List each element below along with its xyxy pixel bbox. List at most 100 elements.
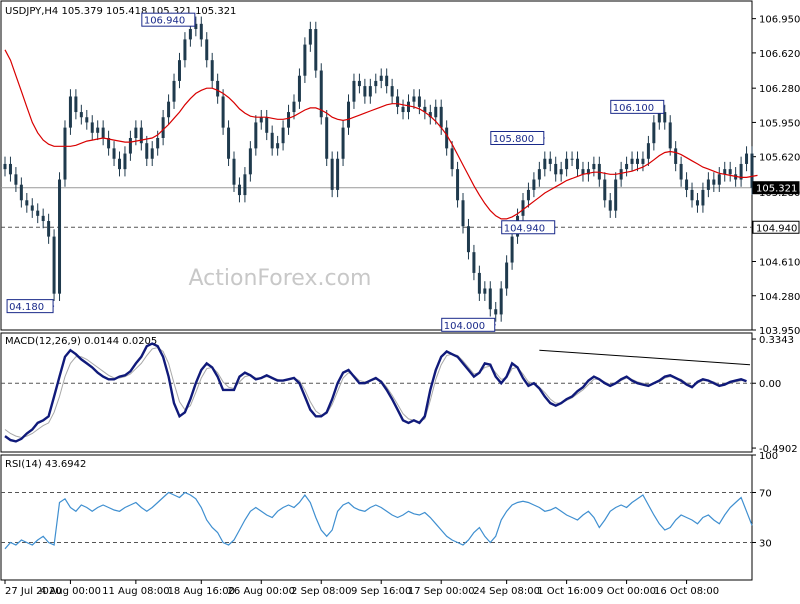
candle-body	[248, 148, 252, 175]
candle-body	[123, 153, 127, 170]
annotation-label: 04.180	[9, 302, 44, 313]
candle-body	[330, 158, 334, 190]
candle-body	[325, 117, 329, 159]
support-level-tag-label: 104.940	[756, 223, 797, 234]
candle-body	[308, 29, 312, 45]
candle-body	[85, 117, 89, 123]
candle-body	[466, 226, 470, 253]
panel-frames	[0, 0, 753, 581]
candle-body	[172, 80, 176, 102]
candle-body	[145, 143, 149, 159]
candle-body	[112, 148, 116, 159]
candle-body	[483, 288, 487, 294]
candle-body	[706, 179, 710, 190]
candle-body	[450, 148, 454, 170]
price-y-tick-label: 105.950	[759, 118, 800, 129]
candle-body	[336, 158, 340, 190]
rsi-line	[4, 491, 753, 550]
candle-body	[679, 163, 683, 180]
macd-trendline	[539, 349, 751, 366]
candle-body	[30, 205, 34, 211]
candle-body	[396, 96, 400, 107]
annotation-label: 106.940	[144, 16, 185, 27]
candle-body	[592, 163, 596, 170]
candle-body	[456, 169, 460, 201]
candle-body	[276, 143, 280, 149]
candle-body	[357, 80, 361, 87]
current-price-tag-label: 105.321	[756, 184, 797, 195]
candle-body	[210, 60, 214, 81]
candle-body	[368, 86, 372, 97]
candle-body	[314, 29, 318, 71]
candle-body	[47, 221, 51, 237]
candle-body	[68, 96, 72, 128]
price-y-tick-label: 104.610	[759, 258, 800, 269]
candle-body	[161, 117, 165, 138]
candle-body	[156, 137, 160, 149]
candle-body	[461, 200, 465, 227]
candle-body	[494, 309, 498, 315]
macd-signal-line	[4, 346, 747, 439]
candle-body	[712, 179, 716, 185]
candle-body	[537, 169, 541, 180]
rsi-y-tick-label: 100	[759, 451, 778, 462]
price-y-tick-label: 104.280	[759, 292, 800, 303]
candle-body	[406, 101, 410, 113]
candle-body	[118, 158, 122, 170]
macd-panel-title: MACD(12,26,9) 0.0144 0.0205	[5, 336, 157, 347]
macd-panel: 0.33430.00-0.4902	[1, 335, 798, 455]
candle-body	[745, 153, 749, 164]
candle-body	[499, 288, 503, 315]
candle-body	[205, 39, 209, 61]
annotation-label: 106.100	[613, 103, 654, 114]
candle-body	[14, 174, 18, 185]
candle-body	[445, 127, 449, 149]
candle-body	[554, 163, 558, 175]
annotation-label: 104.000	[444, 321, 485, 332]
candle-body	[101, 127, 105, 138]
price-panel-title: USDJPY,H4 105.379 105.418 105.321 105.32…	[5, 6, 236, 17]
candle-body	[608, 200, 612, 211]
candle-body	[216, 80, 220, 97]
candle-body	[625, 163, 629, 170]
watermark-text: ActionForex.com	[189, 266, 372, 291]
candle-body	[188, 29, 192, 40]
candle-body	[526, 189, 530, 201]
candle-body	[297, 75, 301, 102]
candle-body	[439, 106, 443, 128]
candle-body	[543, 158, 547, 170]
candle-body	[19, 184, 23, 201]
time-tick-label: 26 Aug 00:00	[228, 586, 295, 597]
candle-body	[505, 262, 509, 289]
candle-body	[227, 127, 231, 159]
candle-body	[374, 80, 378, 87]
candle-body	[167, 101, 171, 118]
candle-body	[25, 200, 29, 206]
candle-body	[79, 112, 83, 118]
candle-body	[259, 117, 263, 123]
candle-body	[52, 236, 56, 294]
candle-body	[570, 158, 574, 160]
candle-body	[565, 158, 569, 170]
time-tick-label: 2 Sep 08:00	[291, 586, 351, 597]
candle-body	[619, 169, 623, 180]
candle-body	[128, 137, 132, 154]
candle-body	[417, 96, 421, 107]
candle-body	[548, 158, 552, 164]
candle-body	[477, 272, 481, 294]
candle-body	[232, 158, 236, 185]
candle-body	[690, 189, 694, 201]
candle-body	[379, 75, 383, 81]
candle-body	[3, 163, 7, 170]
candle-body	[472, 252, 476, 273]
time-axis: 27 Jul 20204 Aug 00:00 11 Aug 08:0018 Aug…	[4, 580, 719, 597]
candle-body	[287, 112, 291, 128]
candle-body	[652, 122, 656, 144]
price-y-tick-label: 106.620	[759, 49, 800, 60]
time-tick-label: 18 Aug 16:00	[168, 586, 235, 597]
candle-body	[701, 189, 705, 206]
time-tick-label: 4 Aug 00:00	[40, 586, 101, 597]
rsi-panel: 100 70 30	[1, 451, 778, 550]
candle-body	[237, 184, 241, 196]
annotation-label: 104.940	[504, 223, 545, 234]
